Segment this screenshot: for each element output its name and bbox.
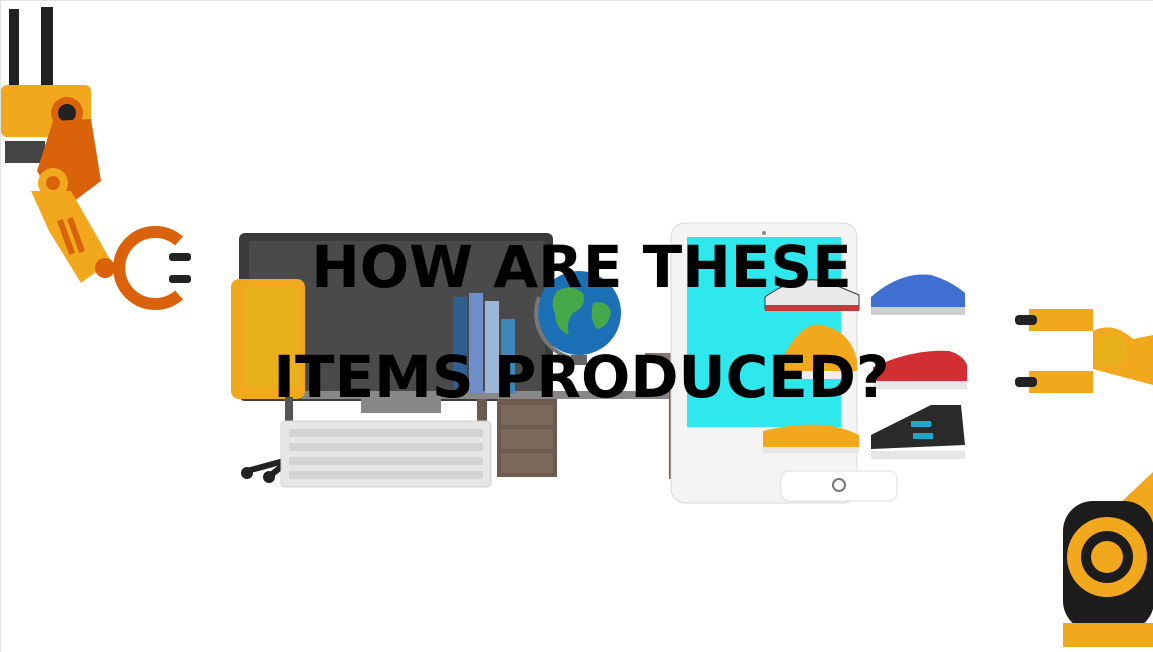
slide: HOW ARE THESE ITEMS PRODUCED? bbox=[0, 0, 1153, 652]
title-line-2: ITEMS PRODUCED? bbox=[273, 343, 890, 411]
illustration bbox=[1, 7, 1153, 647]
robot-base-icon bbox=[1063, 471, 1153, 647]
keyboard-icon bbox=[280, 420, 492, 488]
title-line-1: HOW ARE THESE bbox=[311, 233, 852, 301]
